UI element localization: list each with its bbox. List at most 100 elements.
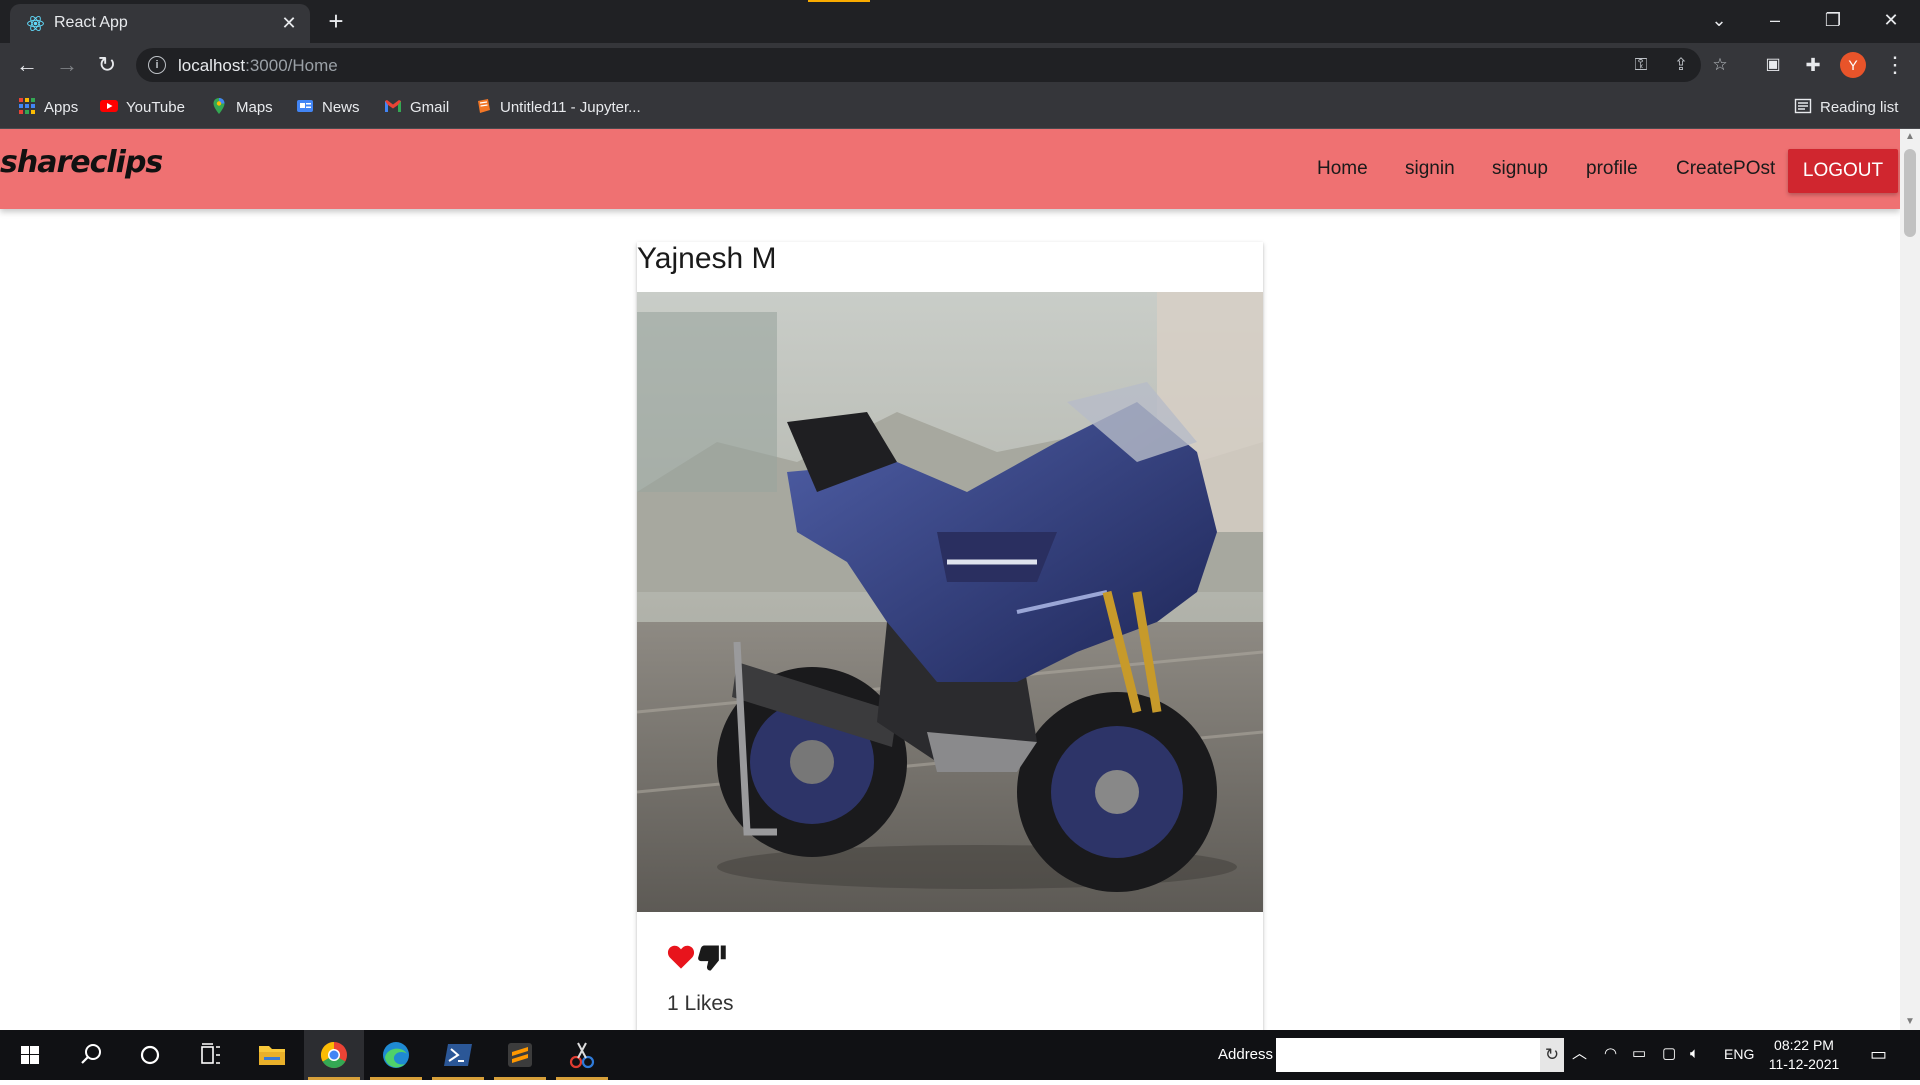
nav-signup[interactable]: signup — [1492, 158, 1548, 180]
bookmark-jupyter[interactable]: Untitled11 - Jupyter... — [474, 96, 641, 120]
cortana-button[interactable] — [120, 1030, 180, 1080]
edge-taskbar-button[interactable] — [366, 1030, 426, 1080]
windows-logo-icon — [21, 1046, 39, 1064]
post-card: Yajnesh M 1 Likes — [637, 242, 1263, 1030]
key-icon[interactable]: ⚿ — [1630, 54, 1652, 76]
edge-icon — [383, 1042, 409, 1068]
cortana-icon — [140, 1045, 160, 1065]
bookmark-label: YouTube — [126, 99, 185, 116]
bookmark-label: Maps — [236, 99, 273, 116]
thumbs-down-icon[interactable] — [697, 944, 727, 972]
scroll-up-arrow-icon[interactable]: ▲ — [1900, 129, 1920, 145]
snipping-tool-taskbar-button[interactable] — [552, 1030, 612, 1080]
reading-list-label: Reading list — [1820, 99, 1899, 116]
nav-signin[interactable]: signin — [1405, 158, 1455, 180]
scrollbar-thumb[interactable] — [1904, 149, 1916, 237]
tab-search-chevron-icon[interactable]: ⌄ — [1696, 6, 1742, 34]
bookmark-label: Gmail — [410, 99, 450, 116]
address-bar[interactable]: i localhost:3000/Home ⚿ ⇪ ☆ — [136, 48, 1728, 82]
site-info-icon[interactable]: i — [148, 56, 166, 74]
tab-title: React App — [54, 14, 128, 31]
heart-icon[interactable] — [667, 944, 695, 970]
tab-close-icon[interactable]: ✕ — [278, 12, 300, 34]
react-icon — [27, 15, 44, 32]
logout-button[interactable]: LOGOUT — [1788, 149, 1898, 193]
news-icon — [297, 100, 313, 112]
sublime-taskbar-button[interactable] — [490, 1030, 550, 1080]
bookmark-label: Untitled11 - Jupyter... — [500, 99, 641, 116]
maps-icon — [213, 98, 225, 114]
bookmark-maps[interactable]: Maps — [210, 96, 273, 120]
app-navbar: shareclips Home signin signup profile Cr… — [0, 129, 1900, 209]
bookmark-gmail[interactable]: Gmail — [384, 96, 449, 120]
search-button[interactable] — [60, 1030, 120, 1080]
extension-box-icon[interactable]: ▣ — [1758, 50, 1788, 80]
nav-create-post[interactable]: CreatePOst — [1676, 158, 1775, 180]
url-text[interactable]: localhost:3000/Home — [178, 56, 338, 76]
youtube-icon — [100, 100, 118, 112]
address-toolbar-label: Address — [1218, 1046, 1274, 1063]
task-view-icon — [201, 1043, 220, 1064]
bookmark-youtube[interactable]: YouTube — [100, 96, 185, 120]
powershell-icon — [444, 1044, 472, 1066]
browser-toolbar: ← → ↻ i localhost:3000/Home ⚿ ⇪ ☆ ▣ ✚ Y … — [0, 43, 1920, 87]
apps-grid-icon — [19, 98, 35, 114]
clock-date: 11-12-2021 — [1768, 1056, 1840, 1072]
url-path: :3000/Home — [245, 56, 338, 75]
battery-icon[interactable]: ▭ — [1632, 1044, 1646, 1064]
back-arrow-icon[interactable]: ← — [12, 50, 42, 80]
start-button[interactable] — [0, 1030, 60, 1080]
tab-search-indicator — [808, 0, 870, 2]
profile-avatar[interactable]: Y — [1840, 52, 1866, 78]
motorcycle-image — [637, 292, 1263, 912]
language-indicator[interactable]: ENG — [1724, 1044, 1754, 1064]
bookmark-apps[interactable]: Apps — [18, 96, 78, 120]
new-tab-button[interactable]: + — [322, 8, 350, 36]
search-icon — [81, 1044, 101, 1064]
task-view-button[interactable] — [180, 1030, 240, 1080]
extensions-puzzle-icon[interactable]: ✚ — [1798, 50, 1828, 80]
address-go-icon[interactable]: ↻ — [1540, 1038, 1564, 1072]
post-image — [637, 292, 1263, 912]
file-explorer-button[interactable] — [242, 1030, 302, 1080]
chrome-taskbar-button[interactable] — [304, 1030, 364, 1080]
reading-list-button[interactable]: Reading list — [1794, 96, 1898, 120]
page-viewport: shareclips Home signin signup profile Cr… — [0, 129, 1900, 1030]
share-icon[interactable]: ⇪ — [1670, 54, 1692, 76]
notification-center-icon[interactable]: ▭ — [1870, 1044, 1887, 1064]
browser-menu-icon[interactable]: ⋮ — [1880, 50, 1910, 80]
bookmark-news[interactable]: News — [296, 96, 360, 120]
powershell-taskbar-button[interactable] — [428, 1030, 488, 1080]
close-window-button[interactable]: ✕ — [1868, 6, 1914, 34]
sublime-text-icon — [508, 1043, 532, 1067]
bookmark-label: Apps — [44, 99, 79, 116]
clock-time: 08:22 PM — [1774, 1037, 1834, 1053]
reading-list-icon — [1794, 98, 1812, 114]
nav-profile[interactable]: profile — [1586, 158, 1638, 180]
jupyter-icon — [478, 99, 490, 113]
gmail-icon — [385, 100, 401, 112]
bookmark-star-icon[interactable]: ☆ — [1709, 54, 1731, 76]
page-scrollbar[interactable]: ▲ ▼ — [1900, 129, 1920, 1030]
url-host: localhost — [178, 56, 246, 75]
browser-tab-strip: React App ✕ + ⌄ – ❐ ✕ — [0, 0, 1920, 43]
windows-taskbar: Address ⌄ ↻ ︿ ◠ ▭ ▢ 🔈︎ ENG 08:22 PM 11-1… — [0, 1030, 1920, 1080]
address-toolbar-input[interactable]: ⌄ — [1276, 1038, 1564, 1072]
restore-button[interactable]: ❐ — [1810, 6, 1856, 34]
show-hidden-icons-chevron-icon[interactable]: ︿ — [1572, 1044, 1587, 1064]
scroll-down-arrow-icon[interactable]: ▼ — [1900, 1014, 1920, 1030]
forward-arrow-icon[interactable]: → — [52, 50, 82, 80]
bookmark-label: News — [322, 99, 360, 116]
minimize-button[interactable]: – — [1752, 6, 1798, 34]
likes-count: 1 Likes — [667, 992, 734, 1015]
wifi-icon[interactable]: ◠ — [1604, 1044, 1617, 1064]
meet-now-icon[interactable]: ▢ — [1662, 1044, 1676, 1064]
nav-home[interactable]: Home — [1317, 158, 1368, 180]
browser-tab[interactable]: React App ✕ — [10, 4, 310, 43]
post-author[interactable]: Yajnesh M — [637, 242, 777, 276]
reload-icon[interactable]: ↻ — [92, 50, 122, 80]
volume-icon[interactable]: 🔈︎ — [1690, 1044, 1699, 1064]
system-clock[interactable]: 08:22 PM 11-12-2021 — [1762, 1036, 1846, 1074]
brand-logo[interactable]: shareclips — [0, 145, 163, 180]
snipping-tool-icon — [569, 1042, 595, 1069]
